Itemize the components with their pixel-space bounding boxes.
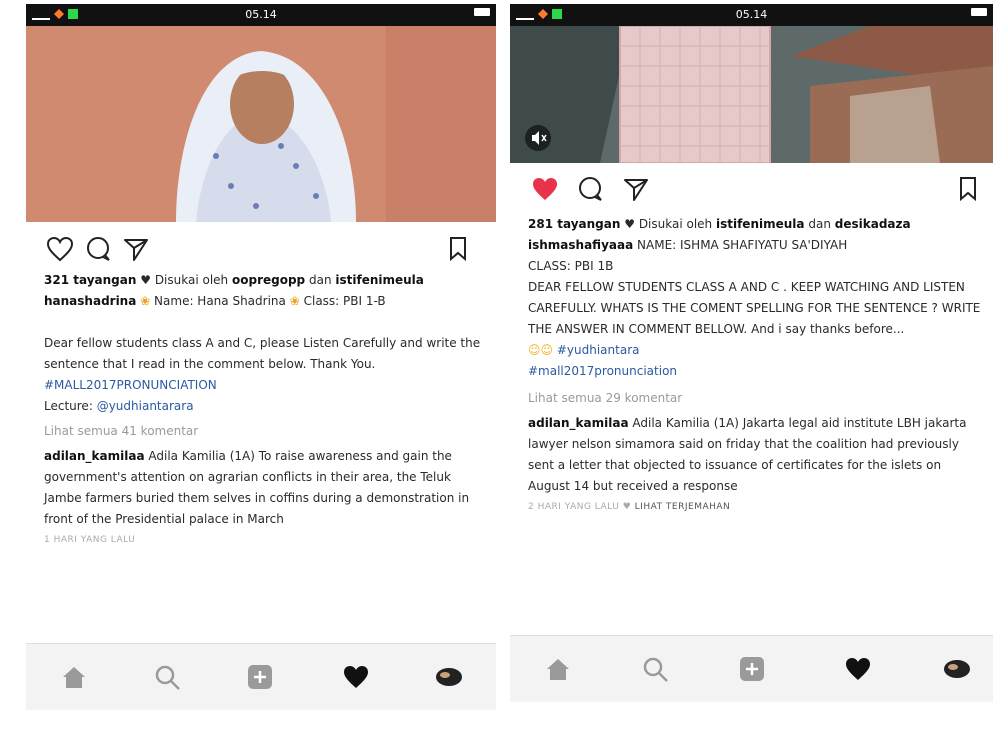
view-all-comments-link[interactable]: Lihat semua 41 komentar	[44, 421, 486, 442]
caption-body-thanks: And i say thanks before...	[751, 322, 905, 336]
bottom-nav	[510, 635, 993, 702]
class-line: CLASS: PBI 1B	[528, 259, 614, 273]
home-icon[interactable]	[544, 656, 572, 682]
status-icons-left	[32, 8, 78, 20]
comment-icon[interactable]	[576, 176, 604, 202]
commenter-username[interactable]: adilan_kamilaa	[528, 416, 629, 430]
bookmark-icon[interactable]	[958, 176, 978, 202]
left-phone-screenshot: 05.14 321 tayangan ♥ Disukai oleh oopreg…	[26, 4, 496, 710]
author-username[interactable]: hanashadrina	[44, 294, 136, 308]
post-video[interactable]	[510, 26, 993, 163]
view-all-comments-link[interactable]: Lihat semua 29 komentar	[528, 388, 983, 409]
post-caption: 321 tayangan ♥ Disukai oleh oopregopp da…	[44, 270, 486, 551]
comment: adilan_kamilaa Adila Kamilia (1A) To rai…	[44, 446, 486, 530]
views-count: 281 tayangan	[528, 217, 621, 231]
add-post-icon[interactable]	[246, 664, 274, 690]
class-line: Class: PBI 1-B	[303, 294, 386, 308]
lecture-handle[interactable]: @yudhiantarara	[97, 399, 194, 413]
status-icons-right	[474, 8, 490, 16]
notification-icon	[538, 9, 548, 19]
bookmark-icon[interactable]	[448, 236, 468, 262]
likes-line: 281 tayangan ♥ Disukai oleh istifenimeul…	[528, 214, 983, 235]
comment: adilan_kamilaa Adila Kamilia (1A) Jakart…	[528, 413, 983, 497]
video-frame-person	[26, 26, 496, 222]
add-post-icon[interactable]	[738, 656, 766, 682]
status-time: 05.14	[245, 8, 277, 21]
hashtag-mall[interactable]: #mall2017pronunciation	[528, 361, 983, 382]
author-line: hanashadrina ❀ Name: Hana Shadrina ❀ Cla…	[44, 291, 486, 312]
caption-body: DEAR FELLOW STUDENTS CLASS A AND C . KEE…	[528, 277, 983, 340]
views-count: 321 tayangan	[44, 273, 137, 287]
see-translation-link[interactable]: LIHAT TERJEMAHAN	[635, 502, 731, 512]
caption-body: Dear fellow students class A and C, plea…	[44, 336, 481, 371]
profile-avatar-icon[interactable]	[942, 656, 972, 682]
smile-emoji-icon: ☺☺	[528, 343, 554, 357]
post-time-ago: 1 HARI YANG LALU	[44, 535, 136, 545]
and-label: dan	[808, 217, 831, 231]
status-icons-right	[971, 8, 987, 16]
comment-meta: 2 HARI YANG LALU ♥ LIHAT TERJEMAHAN	[528, 497, 983, 518]
bottom-nav	[26, 643, 496, 710]
post-video[interactable]	[26, 26, 496, 222]
heart-small-icon: ♥	[622, 502, 632, 512]
hashtag[interactable]: #MALL2017PRONUNCIATION	[44, 375, 486, 396]
liked-by-label: Disukai oleh	[638, 217, 713, 231]
flower-emoji-icon: ❀	[289, 294, 300, 308]
signal-icon	[32, 8, 50, 20]
name-line: Name: Hana Shadrina	[154, 294, 286, 308]
comment-icon[interactable]	[84, 236, 112, 262]
heart-icon[interactable]	[46, 236, 74, 262]
activity-heart-icon[interactable]	[342, 664, 370, 690]
heart-small-icon: ♥	[624, 217, 635, 231]
status-icons-left	[516, 8, 562, 20]
lecture-label: Lecture:	[44, 399, 93, 413]
video-frame-building	[510, 26, 993, 163]
app-icon	[552, 9, 562, 19]
share-icon[interactable]	[622, 176, 650, 202]
mute-icon[interactable]	[524, 124, 552, 152]
battery-icon	[971, 8, 987, 16]
signal-icon	[516, 8, 534, 20]
name-line: NAME: ISHMA SHAFIYATU SA'DIYAH	[637, 238, 848, 252]
heart-small-icon: ♥	[140, 273, 151, 287]
likes-line: 321 tayangan ♥ Disukai oleh oopregopp da…	[44, 270, 486, 291]
liked-by-label: Disukai oleh	[154, 273, 229, 287]
post-action-bar	[510, 172, 993, 208]
post-caption: 281 tayangan ♥ Disukai oleh istifenimeul…	[528, 214, 983, 518]
search-icon[interactable]	[642, 656, 670, 682]
liker-user-a[interactable]: istifenimeula	[716, 217, 805, 231]
flower-emoji-icon: ❀	[140, 294, 151, 308]
share-icon[interactable]	[122, 236, 150, 262]
status-bar: 05.14	[510, 4, 993, 26]
activity-heart-icon[interactable]	[844, 656, 872, 682]
hashtag-yudhiantara[interactable]: #yudhiantara	[557, 343, 640, 357]
author-line: ishmashafiyaaa NAME: ISHMA SHAFIYATU SA'…	[528, 235, 983, 256]
profile-avatar-icon[interactable]	[434, 664, 464, 690]
post-action-bar	[26, 232, 496, 268]
battery-icon	[474, 8, 490, 16]
liker-user-a[interactable]: oopregopp	[232, 273, 305, 287]
post-time-ago: 2 HARI YANG LALU	[528, 502, 620, 512]
home-icon[interactable]	[60, 664, 88, 690]
notification-icon	[54, 9, 64, 19]
status-time: 05.14	[735, 8, 768, 21]
liker-user-b[interactable]: desikadaza	[835, 217, 911, 231]
status-bar: 05.14	[26, 4, 496, 26]
commenter-username[interactable]: adilan_kamilaa	[44, 449, 145, 463]
and-label: dan	[308, 273, 332, 287]
emoji-hashtag-line: ☺☺ #yudhiantara	[528, 340, 983, 361]
heart-liked-icon[interactable]	[530, 176, 560, 202]
liker-user-b[interactable]: istifenimeula	[335, 273, 424, 287]
search-icon[interactable]	[154, 664, 182, 690]
app-icon	[68, 9, 78, 19]
author-username[interactable]: ishmashafiyaaa	[528, 238, 633, 252]
lecture-line: Lecture: @yudhiantarara	[44, 396, 486, 417]
right-phone-screenshot: 05.14 281 tayangan ♥ Disukai oleh istife…	[510, 4, 993, 702]
